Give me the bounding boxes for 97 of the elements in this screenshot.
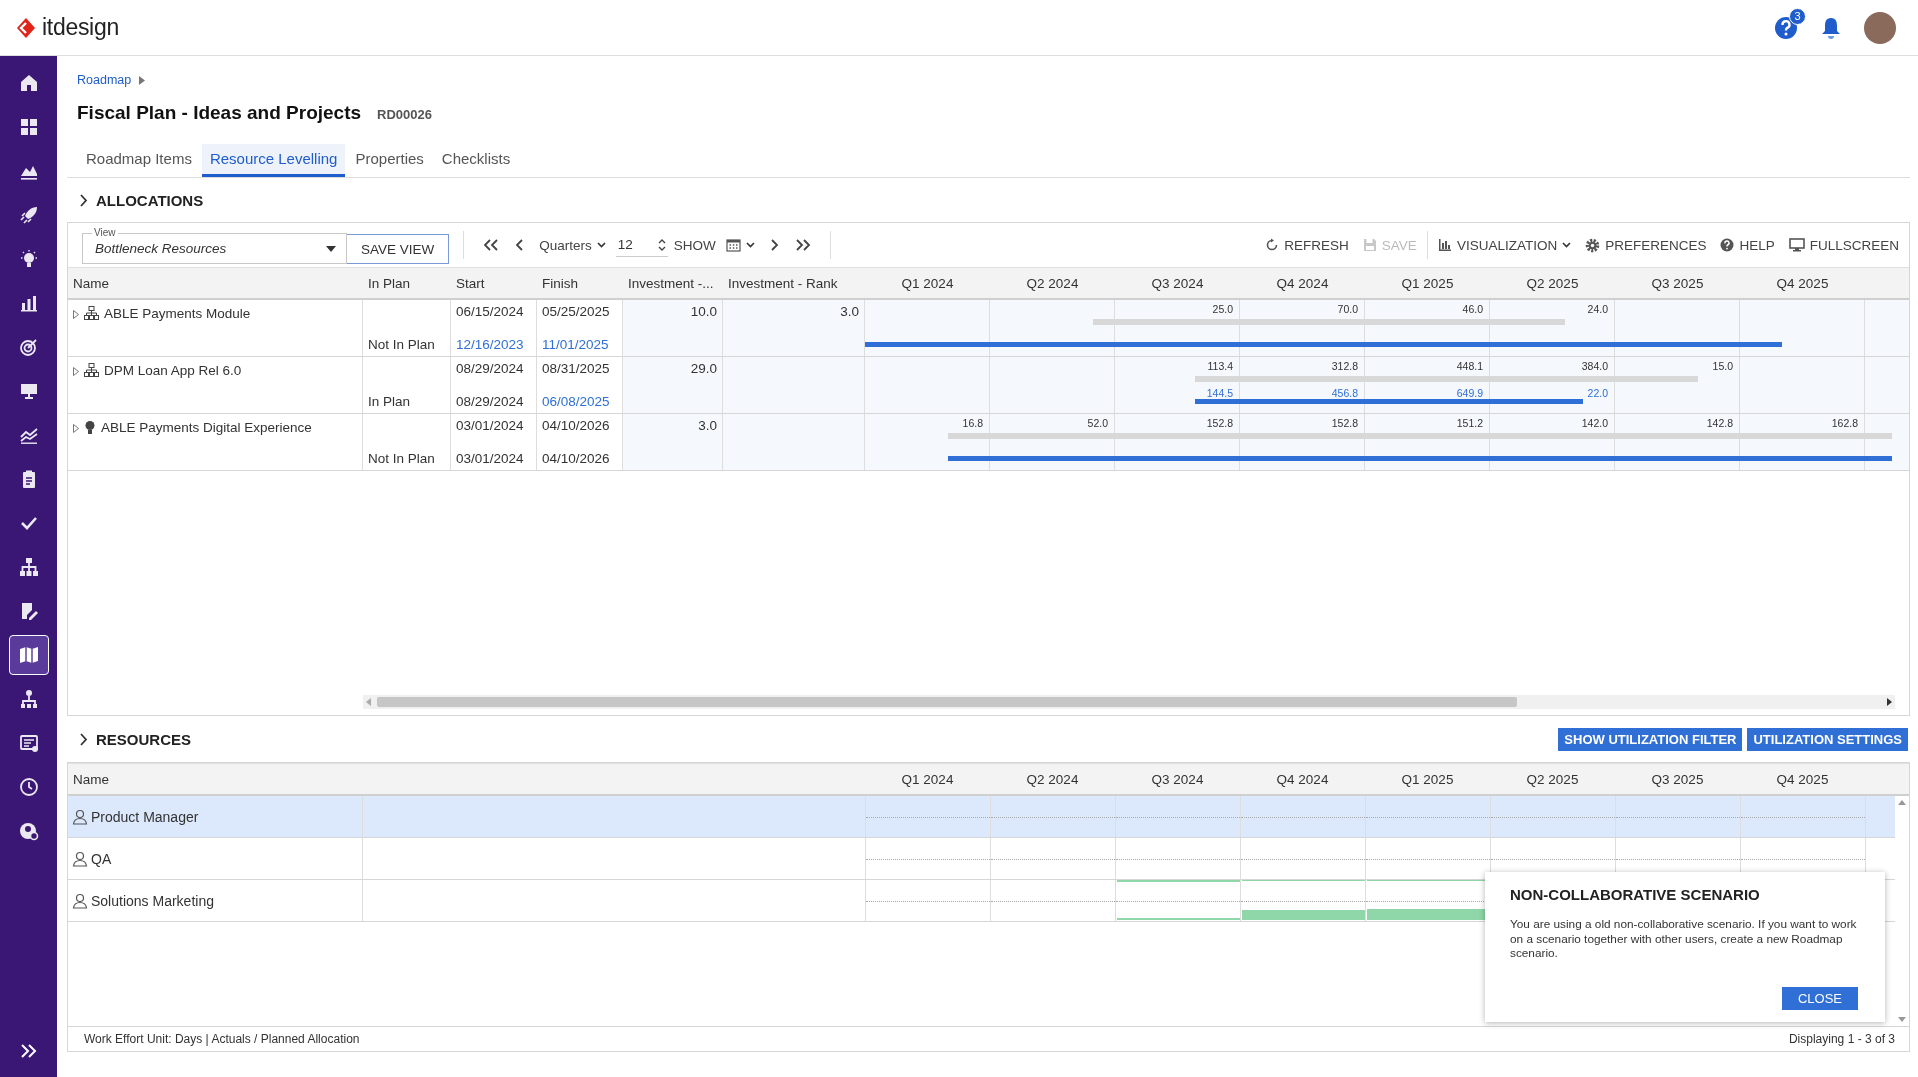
effort-value: 70.0 [1337,303,1358,315]
scale-dropdown[interactable]: Quarters [535,237,610,253]
column-header: Q1 2024 [900,274,955,293]
planned-effort-value: 22.0 [1587,387,1608,399]
planned-start-date: 12/16/2023 [456,337,525,352]
item-name[interactable]: ABLE Payments Digital Experience [101,420,312,435]
column-header: Q4 2024 [1275,274,1330,293]
record-count: Displaying 1 - 3 of 3 [1788,1032,1895,1046]
effort-value: 312.8 [1331,360,1358,372]
tab[interactable]: Checklists [433,144,519,177]
resource-name: QA [91,850,112,867]
column-header: Q2 2025 [1525,274,1580,293]
effort-value: 151.2 [1456,417,1483,429]
plan-status: Not In Plan [368,451,436,466]
column-header: Q3 2025 [1650,770,1705,789]
dialog-title: NON-COLLABORATIVE SCENARIO [1510,886,1761,903]
effort-value: 25.0 [1212,303,1233,315]
column-header: Q1 2024 [900,770,955,789]
effort-value: 24.0 [1587,303,1608,315]
planned-finish-date: 04/10/2026 [542,451,611,466]
visualization-button[interactable]: VISUALIZATION [1437,237,1572,253]
planned-finish-date: 11/01/2025 [542,337,610,352]
rank-value: 3.0 [840,304,859,319]
planned-finish-date: 06/08/2025 [542,394,611,409]
field-label: View [92,227,118,238]
effort-value: 46.0 [1462,303,1483,315]
start-date: 08/29/2024 [456,361,525,376]
column-header: Q3 2024 [1150,770,1205,789]
notification-badge: 3 [1789,7,1806,25]
tab[interactable]: Resource Levelling [201,144,346,177]
planned-effort-value: 456.8 [1331,387,1358,399]
resource-row[interactable]: Product Manager [68,796,1895,838]
start-date: 06/15/2024 [456,304,525,319]
section-title: ALLOCATIONS [96,191,204,209]
column-header[interactable]: Name [68,764,865,794]
column-header: Q1 2025 [1400,770,1455,789]
plan-status: Not In Plan [368,337,436,352]
effort-value: 162.8 [1831,417,1858,429]
item-name[interactable]: DPM Loan App Rel 6.0 [104,363,242,378]
tab[interactable]: Roadmap Items [78,144,200,177]
investment-value: 10.0 [690,304,717,319]
planned-effort-value: 144.5 [1206,387,1233,399]
preferences-button[interactable]: PREFERENCES [1585,237,1707,253]
footer-note: Work Effort Unit: Days | Actuals / Planned Allocation [84,1032,360,1046]
effort-value: 142.8 [1706,417,1733,429]
column-header: Q2 2025 [1525,770,1580,789]
period-count-spinner[interactable]: 12 [615,233,668,257]
effort-value: 113.4 [1207,360,1233,372]
page-title: Fiscal Plan - Ideas and Projects [77,102,362,124]
effort-value: 448.1 [1456,360,1483,372]
help-button[interactable]: HELP [1720,237,1775,253]
column-header: Q4 2025 [1775,770,1830,789]
finish-date: 04/10/2026 [542,418,611,433]
column-header[interactable]: Name [68,268,363,298]
column-header[interactable]: Investment - Rank [723,268,865,298]
column-header: Q2 2024 [1025,770,1080,789]
record-id: RD00026 [377,107,432,122]
start-date: 03/01/2024 [456,418,525,433]
finish-date: 08/31/2025 [542,361,611,376]
effort-value: 142.0 [1581,417,1608,429]
column-header: Q4 2025 [1775,274,1830,293]
item-name[interactable]: ABLE Payments Module [104,306,251,321]
finish-date: 05/25/2025 [542,304,611,319]
show-label: SHOW [673,237,716,253]
resource-name: Product Manager [91,808,199,825]
section-title: RESOURCES [96,730,192,748]
column-header: Q4 2024 [1275,770,1330,789]
column-header: Q2 2024 [1025,274,1080,293]
logo-text: itdesign [42,14,119,41]
investment-value: 29.0 [690,361,717,376]
column-header: Q1 2025 [1400,274,1455,293]
planned-effort-value: 649.9 [1456,387,1483,399]
column-header: Q3 2024 [1150,274,1205,293]
column-header[interactable]: In Plan [363,268,451,298]
utilization-button[interactable]: SHOW UTILIZATION FILTER [1558,727,1743,751]
effort-value: 16.8 [962,417,983,429]
tab[interactable]: Properties [347,144,432,177]
effort-value: 152.8 [1331,417,1358,429]
plan-status: In Plan [368,394,412,409]
fullscreen-button[interactable]: FULLSCREEN [1788,237,1899,253]
column-header[interactable]: Finish [537,268,623,298]
effort-value: 152.8 [1206,417,1233,429]
effort-value: 15.0 [1712,360,1733,372]
effort-value: 384.0 [1581,360,1608,372]
column-header[interactable]: Start [451,268,537,298]
breadcrumb-link[interactable]: Roadmap [77,73,132,87]
column-header: Q3 2025 [1650,274,1705,293]
close-button[interactable]: CLOSE [1782,987,1858,1010]
planned-start-date: 08/29/2024 [456,394,525,409]
planned-start-date: 03/01/2024 [456,451,525,466]
refresh-button[interactable]: REFRESH [1265,237,1349,253]
resource-name: Solutions Marketing [91,892,214,909]
utilization-button[interactable]: UTILIZATION SETTINGS [1747,727,1908,751]
effort-value: 52.0 [1087,417,1108,429]
save-view-button[interactable]: SAVE VIEW [346,234,450,264]
column-header[interactable]: Investment -... [623,268,723,298]
investment-value: 3.0 [698,418,717,433]
